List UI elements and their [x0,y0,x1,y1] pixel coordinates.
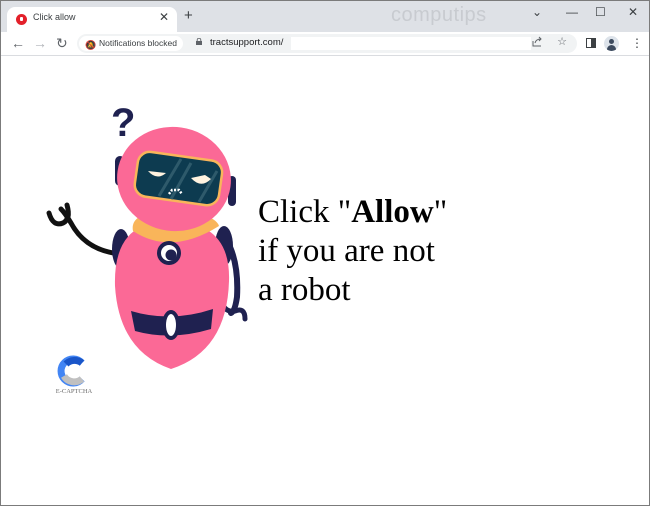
watermark-text: computips [391,4,487,26]
notifications-blocked-label: Notifications blocked [99,38,177,48]
allow-keyword: Allow [351,194,434,230]
browser-window: Click allow ✕ + computips ⌄ — ☐ ✕ ← → ↻ … [0,0,650,506]
message-line-3: a robot [258,272,351,308]
browser-menu-icon[interactable]: ⋮ [631,36,643,50]
reload-button[interactable]: ↻ [56,35,68,51]
close-tab-icon[interactable]: ✕ [159,10,169,24]
tab-click-allow[interactable]: Click allow ✕ [7,7,177,32]
robot-illustration: ? [46,101,248,369]
title-bar: Click allow ✕ + computips ⌄ — ☐ ✕ [1,1,649,32]
browser-toolbar: ← → ↻ 🔕 Notifications blocked tractsuppo… [1,32,649,56]
url-redacted-area [291,37,531,50]
message-line-2: if you are not [258,233,435,269]
question-mark-icon: ? [111,101,135,145]
bell-off-icon: 🔕 [85,40,97,50]
tab-title: Click allow [33,12,76,22]
notifications-blocked-chip[interactable]: 🔕 Notifications blocked [79,36,183,51]
message-line-1: Click "Allow" [258,194,448,230]
maximize-button[interactable]: ☐ [595,5,606,19]
forward-button[interactable]: → [33,35,47,51]
new-tab-button[interactable]: + [184,8,193,23]
captcha-label: E-CAPTCHA [55,388,93,395]
lock-icon[interactable] [196,38,202,45]
address-bar[interactable]: 🔕 Notifications blocked tractsupport.com… [77,34,577,53]
share-icon[interactable] [532,36,543,47]
minimize-button[interactable]: — [566,5,578,19]
page-content: ? Click "Allow" if you are not a robot E… [1,57,649,505]
url-text[interactable]: tractsupport.com/ [210,37,283,48]
e-captcha-badge: E-CAPTCHA [51,354,97,400]
captcha-logo-icon [57,355,85,387]
allow-prompt-message: Click "Allow" if you are not a robot [258,193,447,310]
bookmark-star-icon[interactable]: ☆ [557,35,567,48]
profile-avatar-icon[interactable] [604,36,619,51]
side-panel-icon[interactable] [586,38,596,48]
back-button[interactable]: ← [11,35,25,51]
close-window-button[interactable]: ✕ [628,5,638,19]
site-favicon-icon [16,14,27,25]
tab-search-button[interactable]: ⌄ [532,5,542,19]
